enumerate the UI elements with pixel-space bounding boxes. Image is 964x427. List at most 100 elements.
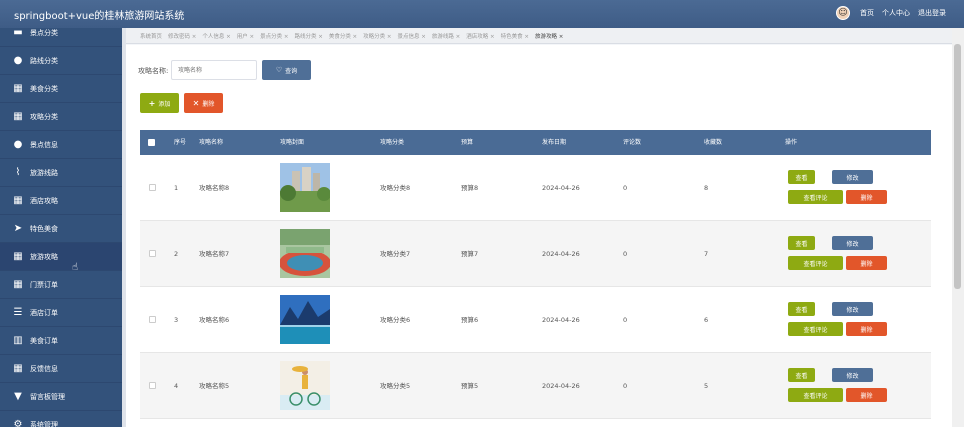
column-header-favorites: 收藏数 bbox=[704, 139, 723, 146]
view-comments-button[interactable]: 查看评论 bbox=[788, 190, 843, 204]
tab-2[interactable]: 个人信息 × bbox=[202, 32, 230, 40]
row-checkbox[interactable] bbox=[149, 382, 156, 389]
sidebar-item-label: 旅游线路 bbox=[30, 168, 58, 177]
edit-button[interactable]: 修改 bbox=[832, 236, 873, 250]
edit-button[interactable]: 修改 bbox=[832, 368, 873, 382]
sidebar-item-label: 特色美食 bbox=[30, 224, 58, 233]
select-all-checkbox[interactable] bbox=[148, 139, 155, 146]
sidebar: ▬ 景点分类 ● 路线分类 ▦ 美食分类 ▦ 攻略分类 ● 景点信息 ⌇ 旅游线路 ▦ 酒店攻略 ➤ 特色美食… bbox=[0, 28, 122, 427]
sidebar-item-7[interactable]: ➤ 特色美食 bbox=[0, 215, 122, 243]
row-category: 攻略分类8 bbox=[380, 184, 411, 192]
tab-0[interactable]: 系统首页 bbox=[140, 32, 162, 40]
tab-6[interactable]: 美食分类 × bbox=[329, 32, 357, 40]
tab-12[interactable]: 旅游攻略 × bbox=[535, 32, 563, 40]
search-button-label: 查询 bbox=[285, 67, 298, 75]
tab-5[interactable]: 路线分类 × bbox=[294, 32, 322, 40]
sidebar-item-label: 旅游攻略 bbox=[30, 252, 58, 261]
tab-10[interactable]: 酒店攻略 × bbox=[466, 32, 494, 40]
delete-button[interactable]: 删除 bbox=[846, 322, 887, 336]
view-comments-button[interactable]: 查看评论 bbox=[788, 322, 843, 336]
tab-7[interactable]: 攻略分类 × bbox=[363, 32, 391, 40]
column-header-date: 发布日期 bbox=[542, 139, 567, 146]
logout-link[interactable]: 退出登录 bbox=[918, 8, 946, 18]
view-button[interactable]: 查看 bbox=[788, 236, 815, 250]
edit-button[interactable]: 修改 bbox=[832, 170, 873, 184]
view-button[interactable]: 查看 bbox=[788, 170, 815, 184]
sidebar-item-14[interactable]: ⚙ 系统管理 bbox=[0, 411, 122, 427]
delete-button[interactable]: 删除 bbox=[846, 256, 887, 270]
sidebar-item-2[interactable]: ▦ 美食分类 bbox=[0, 75, 122, 103]
tab-9[interactable]: 旅游线路 × bbox=[432, 32, 460, 40]
search-input[interactable] bbox=[171, 60, 257, 80]
row-favorites: 7 bbox=[704, 250, 709, 258]
row-checkbox[interactable] bbox=[149, 184, 156, 191]
view-button[interactable]: 查看 bbox=[788, 368, 815, 382]
row-comments: 0 bbox=[623, 184, 628, 192]
row-no: 4 bbox=[174, 382, 179, 390]
row-comments: 0 bbox=[623, 250, 628, 258]
row-category: 攻略分类5 bbox=[380, 382, 411, 390]
row-budget: 预算5 bbox=[461, 382, 479, 390]
cover-image bbox=[280, 295, 330, 344]
search-button[interactable]: ♡ 查询 bbox=[262, 60, 311, 80]
sidebar-item-label: 攻略分类 bbox=[30, 112, 58, 121]
column-header-category: 攻略分类 bbox=[380, 139, 405, 146]
sidebar-item-10[interactable]: ☰ 酒店订单 bbox=[0, 299, 122, 327]
home-link[interactable]: 首页 bbox=[860, 8, 874, 18]
sidebar-item-13[interactable]: ▼ 留言板管理 bbox=[0, 383, 122, 411]
row-name: 攻略名称5 bbox=[199, 382, 230, 390]
sidebar-item-11[interactable]: ▥ 美食订单 bbox=[0, 327, 122, 355]
edit-button[interactable]: 修改 bbox=[832, 302, 873, 316]
sidebar-item-label: 留言板管理 bbox=[30, 392, 65, 401]
add-button[interactable]: + 添加 bbox=[140, 93, 179, 113]
tab-bar: 系统首页 修改密码 × 个人信息 × 用户 × 景点分类 × 路线分类 × 美食分类 × 攻略… bbox=[126, 28, 952, 44]
table-row: 3 攻略名称6 攻略分类6 预算6 2024-04-26 0 6 查看 修改 查看评论 删除 bbox=[140, 287, 931, 353]
list-icon: ☰ bbox=[13, 307, 23, 318]
tab-4[interactable]: 景点分类 × bbox=[260, 32, 288, 40]
row-checkbox[interactable] bbox=[149, 250, 156, 257]
add-button-label: 添加 bbox=[158, 100, 171, 108]
view-comments-button[interactable]: 查看评论 bbox=[788, 388, 843, 402]
row-checkbox[interactable] bbox=[149, 316, 156, 323]
gear-icon: ⚙ bbox=[13, 419, 23, 427]
page-scrollbar-thumb[interactable] bbox=[954, 44, 961, 289]
row-date: 2024-04-26 bbox=[542, 316, 580, 324]
row-no: 2 bbox=[174, 250, 179, 258]
row-date: 2024-04-26 bbox=[542, 184, 580, 192]
tab-1[interactable]: 修改密码 × bbox=[168, 32, 196, 40]
column-header-cover: 攻略封面 bbox=[280, 139, 305, 146]
sidebar-item-label: 路线分类 bbox=[30, 56, 58, 65]
delete-button[interactable]: 删除 bbox=[846, 388, 887, 402]
sidebar-item-0[interactable]: ▬ 景点分类 bbox=[0, 28, 122, 47]
column-header-no: 序号 bbox=[174, 139, 187, 146]
tab-11[interactable]: 特色美食 × bbox=[501, 32, 529, 40]
sidebar-item-9[interactable]: ▦ 门票订单 bbox=[0, 271, 122, 299]
sidebar-item-3[interactable]: ▦ 攻略分类 bbox=[0, 103, 122, 131]
grid-icon: ▦ bbox=[13, 251, 23, 262]
column-header-actions: 操作 bbox=[785, 139, 798, 146]
batch-delete-button[interactable]: ✕ 删除 bbox=[184, 93, 223, 113]
sidebar-item-6[interactable]: ▦ 酒店攻略 bbox=[0, 187, 122, 215]
chart-icon: ⌇ bbox=[15, 167, 21, 178]
profile-link[interactable]: 个人中心 bbox=[882, 8, 910, 18]
tab-8[interactable]: 景点信息 × bbox=[398, 32, 426, 40]
tab-3[interactable]: 用户 × bbox=[237, 32, 254, 40]
grid-icon: ▦ bbox=[13, 279, 23, 290]
sidebar-item-4[interactable]: ● 景点信息 bbox=[0, 131, 122, 159]
sidebar-item-8[interactable]: ▦ 旅游攻略 bbox=[0, 243, 122, 271]
view-comments-button[interactable]: 查看评论 bbox=[788, 256, 843, 270]
avatar[interactable]: ☺ bbox=[836, 6, 850, 20]
view-button[interactable]: 查看 bbox=[788, 302, 815, 316]
sidebar-item-12[interactable]: ▦ 反馈信息 bbox=[0, 355, 122, 383]
sidebar-item-5[interactable]: ⌇ 旅游线路 bbox=[0, 159, 122, 187]
cover-image bbox=[280, 229, 330, 278]
sidebar-item-label: 酒店攻略 bbox=[30, 196, 58, 205]
top-right-links: ☺ 首页 个人中心 退出登录 bbox=[836, 6, 946, 20]
search-label: 攻略名称: bbox=[138, 67, 169, 75]
send-icon: ➤ bbox=[13, 223, 23, 234]
delete-button[interactable]: 删除 bbox=[846, 190, 887, 204]
sidebar-item-1[interactable]: ● 路线分类 bbox=[0, 47, 122, 75]
close-icon: ✕ bbox=[192, 98, 200, 108]
row-budget: 预算6 bbox=[461, 316, 479, 324]
heart-icon: ♡ bbox=[275, 66, 283, 74]
